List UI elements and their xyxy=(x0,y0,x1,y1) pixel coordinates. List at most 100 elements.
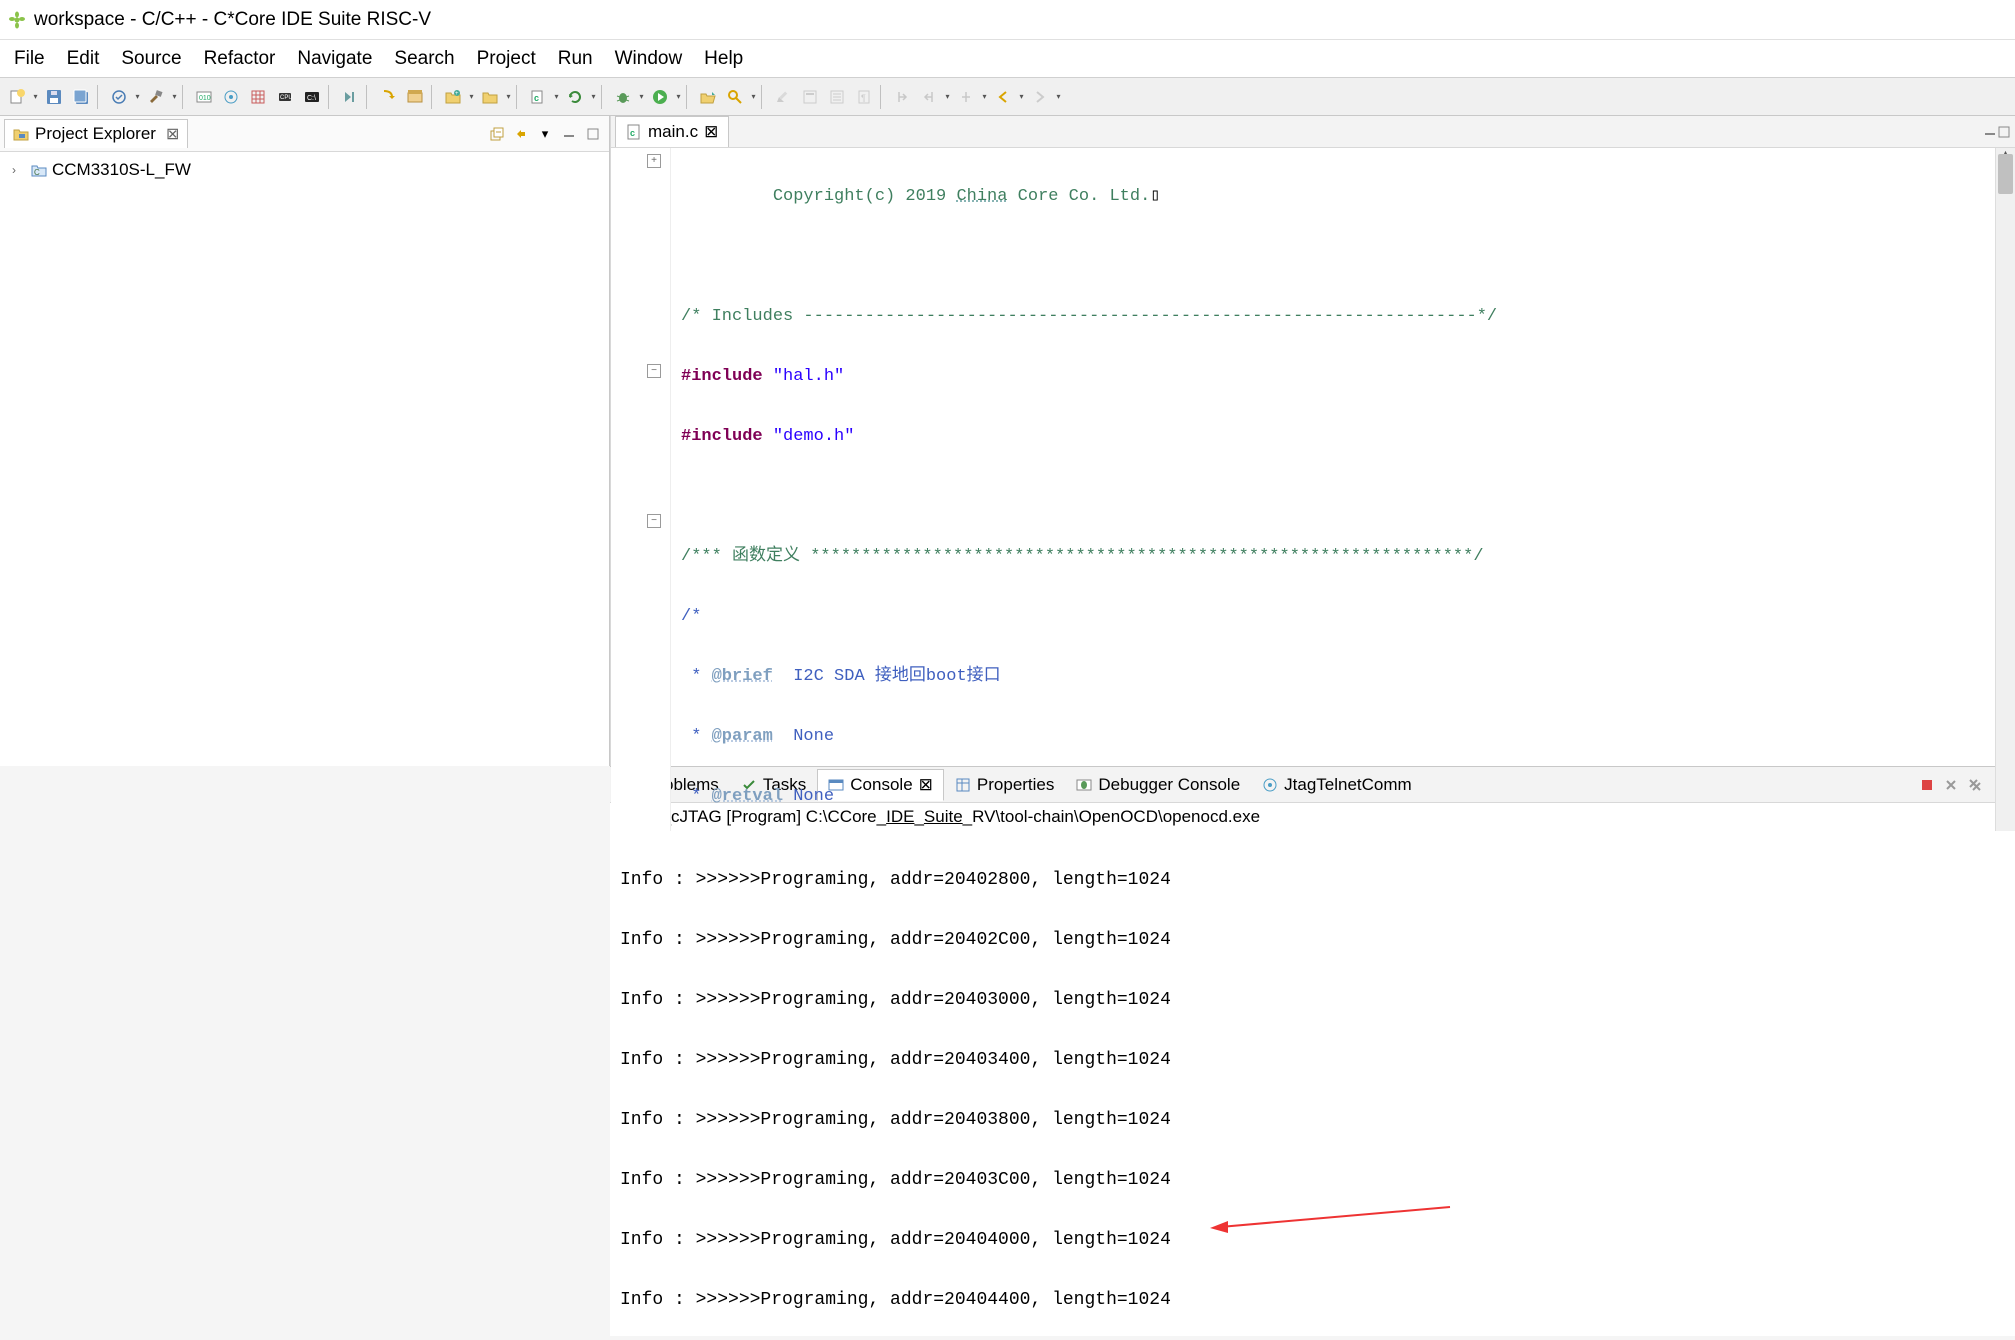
tool-1-dropdown[interactable]: ▾ xyxy=(133,84,142,110)
view-menu-icon[interactable]: ▾ xyxy=(534,123,556,145)
menu-project[interactable]: Project xyxy=(467,44,546,74)
console-line: Info : >>>>>>Programing, addr=20403000, … xyxy=(620,985,2005,1015)
tool-skip[interactable] xyxy=(337,84,363,110)
forward-button[interactable] xyxy=(1027,84,1053,110)
menu-file[interactable]: File xyxy=(4,44,55,74)
nav-02-dropdown[interactable]: ▾ xyxy=(943,84,952,110)
save-all-button[interactable] xyxy=(68,84,94,110)
project-explorer-header: Project Explorer ⊠ ▾ xyxy=(0,116,609,152)
project-explorer-tab[interactable]: Project Explorer ⊠ xyxy=(4,119,188,148)
console-line: Info : >>>>>>Programing, addr=20403C00, … xyxy=(620,1165,2005,1195)
tool-stepinto[interactable] xyxy=(375,84,401,110)
menu-navigate[interactable]: Navigate xyxy=(287,44,382,74)
app-logo-icon xyxy=(8,11,26,29)
edit-04[interactable]: ¶ xyxy=(851,84,877,110)
tool-1[interactable] xyxy=(106,84,132,110)
fold-collapse-icon[interactable]: − xyxy=(647,364,661,378)
tool-terminal[interactable]: C:\ xyxy=(299,84,325,110)
console-line: Info : >>>>>>Programing, addr=20403800, … xyxy=(620,1105,2005,1135)
run-button[interactable] xyxy=(647,84,673,110)
project-explorer-close-icon[interactable]: ⊠ xyxy=(162,124,179,144)
new-dropdown[interactable]: ▾ xyxy=(31,84,40,110)
menu-run[interactable]: Run xyxy=(548,44,603,74)
new-folder-button[interactable]: + xyxy=(440,84,466,110)
menu-window[interactable]: Window xyxy=(605,44,693,74)
fold-collapse-icon-2[interactable]: − xyxy=(647,514,661,528)
menu-edit[interactable]: Edit xyxy=(57,44,110,74)
new-button[interactable] xyxy=(4,84,30,110)
console-output[interactable]: Info : >>>>>>Programing, addr=20402800, … xyxy=(610,831,2015,1336)
back-dropdown[interactable]: ▾ xyxy=(1017,84,1026,110)
menu-help[interactable]: Help xyxy=(694,44,753,74)
debug-button[interactable] xyxy=(610,84,636,110)
link-editor-icon[interactable] xyxy=(510,123,532,145)
tree-item-label[interactable]: CCM3310S-L_FW xyxy=(52,160,191,180)
project-icon: C xyxy=(30,161,48,179)
project-explorer-icon xyxy=(13,126,29,142)
console-line: Info : >>>>>>Programing, addr=20404400, … xyxy=(620,1285,2005,1315)
tree-item-project[interactable]: › C CCM3310S-L_FW xyxy=(4,158,605,182)
nav-03-dropdown[interactable]: ▾ xyxy=(980,84,989,110)
search-button[interactable] xyxy=(722,84,748,110)
open-resource-button[interactable] xyxy=(695,84,721,110)
svg-text:C: C xyxy=(34,168,40,177)
new-c-dropdown[interactable]: ▾ xyxy=(552,84,561,110)
scroll-thumb[interactable] xyxy=(1998,154,2013,194)
bottom-panel: Problems Tasks Console⊠ Properties Debug… xyxy=(610,766,2015,1336)
svg-text:c: c xyxy=(630,128,635,138)
menu-refactor[interactable]: Refactor xyxy=(194,44,286,74)
console-line: Info : >>>>>>Programing, addr=20402C00, … xyxy=(620,925,2005,955)
save-button[interactable] xyxy=(41,84,67,110)
back-button[interactable] xyxy=(990,84,1016,110)
c-file-icon: c xyxy=(626,124,642,140)
svg-text:c: c xyxy=(534,93,539,103)
new-folder-dropdown[interactable]: ▾ xyxy=(467,84,476,110)
svg-text:C:\: C:\ xyxy=(307,95,316,102)
tool-register[interactable] xyxy=(402,84,428,110)
console-line: Info : >>>>>>Programing, addr=20402800, … xyxy=(620,865,2005,895)
title-bar: workspace - C/C++ - C*Core IDE Suite RIS… xyxy=(0,0,2015,40)
editor-tab-main-c[interactable]: c main.c ⊠ xyxy=(615,116,729,147)
window-title: workspace - C/C++ - C*Core IDE Suite RIS… xyxy=(34,9,431,31)
fold-expand-icon[interactable]: + xyxy=(647,154,661,168)
collapse-all-icon[interactable] xyxy=(486,123,508,145)
tool-cpu[interactable]: CPU xyxy=(272,84,298,110)
console-line: Info : >>>>>>Programing, addr=20403400, … xyxy=(620,1045,2005,1075)
work-area: Project Explorer ⊠ ▾ › C CCM3310S-L_FW c… xyxy=(0,116,2015,766)
new-project-dropdown[interactable]: ▾ xyxy=(504,84,513,110)
refresh-dropdown[interactable]: ▾ xyxy=(589,84,598,110)
edit-03[interactable] xyxy=(824,84,850,110)
new-project-button[interactable] xyxy=(477,84,503,110)
menu-bar: File Edit Source Refactor Navigate Searc… xyxy=(0,40,2015,78)
tool-target[interactable] xyxy=(218,84,244,110)
minimize-icon[interactable] xyxy=(558,123,580,145)
editor-minimize-icon[interactable] xyxy=(1983,125,1997,139)
nav-01[interactable] xyxy=(889,84,915,110)
svg-text:CPU: CPU xyxy=(280,95,293,101)
debug-dropdown[interactable]: ▾ xyxy=(637,84,646,110)
tool-010[interactable]: 010 xyxy=(191,84,217,110)
search-dropdown[interactable]: ▾ xyxy=(749,84,758,110)
sidebar: Project Explorer ⊠ ▾ › C CCM3310S-L_FW xyxy=(0,116,610,766)
expand-icon[interactable]: › xyxy=(12,163,26,177)
menu-search[interactable]: Search xyxy=(384,44,464,74)
edit-01[interactable] xyxy=(770,84,796,110)
new-c-button[interactable]: c xyxy=(525,84,551,110)
main-toolbar: ▾ ▾ ▾ 010 CPU C:\ + ▾ ▾ c ▾ ▾ ▾ ▾ ▾ ¶ ▾ … xyxy=(0,78,2015,116)
run-dropdown[interactable]: ▾ xyxy=(674,84,683,110)
hammer-dropdown[interactable]: ▾ xyxy=(170,84,179,110)
nav-03[interactable] xyxy=(953,84,979,110)
hammer-button[interactable] xyxy=(143,84,169,110)
project-explorer-label: Project Explorer xyxy=(35,124,156,144)
nav-02[interactable] xyxy=(916,84,942,110)
tool-grid[interactable] xyxy=(245,84,271,110)
editor-maximize-icon[interactable] xyxy=(1997,125,2011,139)
menu-source[interactable]: Source xyxy=(111,44,191,74)
editor-tab-close-icon[interactable]: ⊠ xyxy=(704,122,718,142)
maximize-icon[interactable] xyxy=(582,123,604,145)
refresh-button[interactable] xyxy=(562,84,588,110)
editor-tabs: c main.c ⊠ xyxy=(611,116,2015,148)
edit-02[interactable] xyxy=(797,84,823,110)
svg-text:010: 010 xyxy=(199,95,211,102)
forward-dropdown[interactable]: ▾ xyxy=(1054,84,1063,110)
